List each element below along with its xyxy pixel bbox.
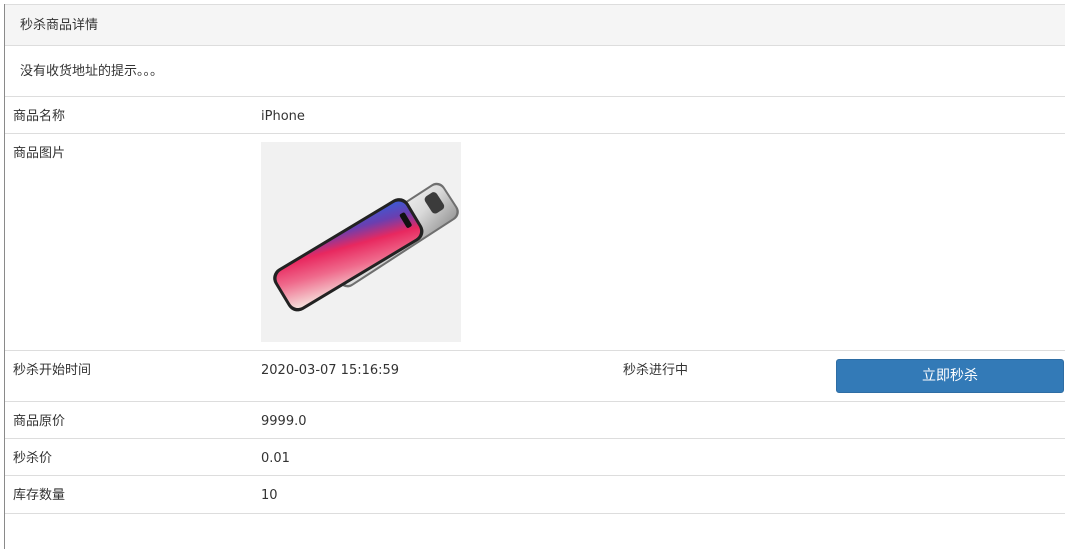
goods-detail-table: 商品名称 iPhone 商品图片 秒杀开始时间 2020-03-07 15:16… xyxy=(5,97,1065,513)
seckill-status-text: 秒杀进行中 xyxy=(623,363,689,378)
address-notice: 没有收货地址的提示。。。 xyxy=(5,46,1065,97)
stock-label: 库存数量 xyxy=(13,488,66,503)
table-row-original-price: 商品原价 9999.0 xyxy=(5,402,1065,439)
table-row-goods-image: 商品图片 xyxy=(5,134,1065,351)
goods-detail-panel: 秒杀商品详情 没有收货地址的提示。。。 商品名称 iPhone 商品图片 秒杀开… xyxy=(5,4,1065,514)
table-row-goods-name: 商品名称 iPhone xyxy=(5,97,1065,134)
seckill-price-label: 秒杀价 xyxy=(13,451,53,466)
seckill-buy-button[interactable]: 立即秒杀 xyxy=(836,359,1064,393)
table-row-start-time: 秒杀开始时间 2020-03-07 15:16:59 秒杀进行中 立即秒杀 xyxy=(5,351,1065,402)
goods-name-value: iPhone xyxy=(261,109,305,124)
start-time-value: 2020-03-07 15:16:59 xyxy=(261,363,400,378)
original-price-value: 9999.0 xyxy=(261,414,307,429)
stock-value: 10 xyxy=(261,488,278,503)
page-frame: 秒杀商品详情 没有收货地址的提示。。。 商品名称 iPhone 商品图片 秒杀开… xyxy=(4,4,1065,549)
address-notice-text: 没有收货地址的提示。。。 xyxy=(20,64,164,79)
seckill-price-value: 0.01 xyxy=(261,451,290,466)
iphone-product-icon-svg xyxy=(273,182,459,312)
table-row-seckill-price: 秒杀价 0.01 xyxy=(5,439,1065,476)
start-time-label: 秒杀开始时间 xyxy=(13,363,92,378)
panel-heading: 秒杀商品详情 xyxy=(5,5,1065,46)
original-price-label: 商品原价 xyxy=(13,414,66,429)
goods-image-label: 商品图片 xyxy=(13,146,66,161)
goods-name-label: 商品名称 xyxy=(13,109,66,124)
table-row-stock: 库存数量 10 xyxy=(5,476,1065,513)
panel-title: 秒杀商品详情 xyxy=(20,18,99,33)
iphone-product-icon xyxy=(261,142,461,342)
